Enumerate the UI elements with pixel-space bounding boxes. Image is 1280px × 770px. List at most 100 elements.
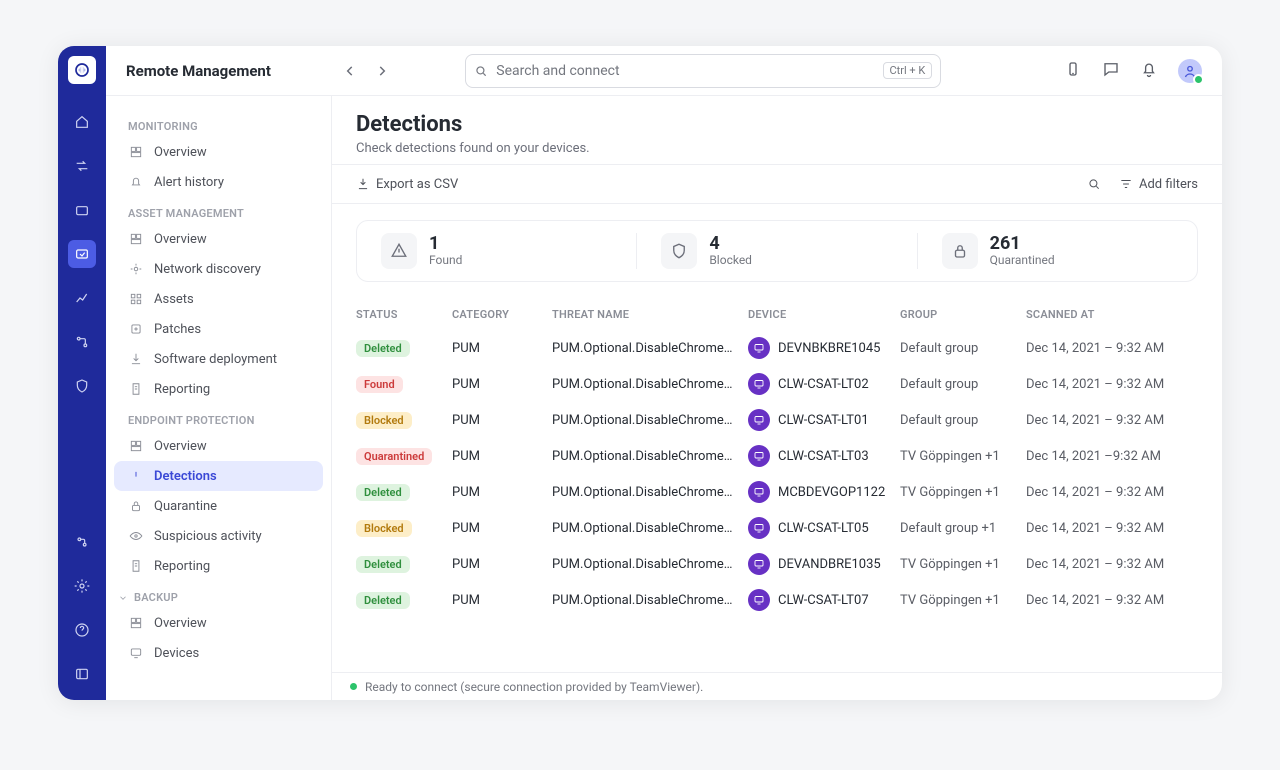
bell-icon[interactable] xyxy=(1140,60,1158,82)
rail-home[interactable] xyxy=(68,108,96,136)
table-row[interactable]: QuarantinedPUMPUM.Optional.DisableChrome… xyxy=(356,438,1198,474)
dashboard-icon xyxy=(128,438,144,454)
cell-device: CLW-CSAT-LT02 xyxy=(748,373,900,395)
status-badge: Blocked xyxy=(356,520,412,537)
search-button[interactable] xyxy=(1087,177,1101,191)
rail-security[interactable] xyxy=(68,372,96,400)
cell-device: CLW-CSAT-LT03 xyxy=(748,445,900,467)
table-row[interactable]: BlockedPUMPUM.Optional.DisableChrome…CLW… xyxy=(356,510,1198,546)
rail-workflows[interactable] xyxy=(68,328,96,356)
sidebar-item-assets[interactable]: Assets xyxy=(114,284,323,314)
device-icon xyxy=(128,645,144,661)
sidebar-item-alert-history[interactable]: Alert history xyxy=(114,167,323,197)
cell-scanned: Dec 14, 2021 – 9:32 AM xyxy=(1026,377,1198,392)
rail-integrations[interactable] xyxy=(68,528,96,556)
sidebar-item-suspicious-activity[interactable]: Suspicious activity xyxy=(114,521,323,551)
search-input[interactable]: Search and connect Ctrl + K xyxy=(465,54,941,88)
dashboard-icon xyxy=(128,144,144,160)
status-badge: Deleted xyxy=(356,340,410,357)
sidebar-item-endpoint-reporting[interactable]: Reporting xyxy=(114,551,323,581)
sidebar-item-monitoring-overview[interactable]: Overview xyxy=(114,137,323,167)
sidebar-item-backup-overview[interactable]: Overview xyxy=(114,608,323,638)
warning-icon xyxy=(381,233,417,269)
cell-scanned: Dec 14, 2021 – 9:32 AM xyxy=(1026,557,1198,572)
table-row[interactable]: Found PUMPUM.Optional.DisableChrome…CLW-C… xyxy=(356,366,1198,402)
cell-threat: PUM.Optional.DisableChrome… xyxy=(552,413,748,428)
sidebar-item-devices[interactable]: Devices xyxy=(114,638,323,668)
cell-scanned: Dec 14, 2021 –9:32 AM xyxy=(1026,449,1198,464)
cell-category: PUM xyxy=(452,485,552,500)
table-row[interactable]: BlockedPUMPUM.Optional.DisableChrome…CLW… xyxy=(356,402,1198,438)
cell-threat: PUM.Optional.DisableChrome… xyxy=(552,377,748,392)
patch-icon xyxy=(128,321,144,337)
add-filters-button[interactable]: Add filters xyxy=(1119,177,1198,192)
rail-collapse[interactable] xyxy=(68,660,96,688)
rail-transfer[interactable] xyxy=(68,152,96,180)
filter-icon xyxy=(1119,177,1133,191)
table-row[interactable]: DeletedPUMPUM.Optional.DisableChrome…MCB… xyxy=(356,474,1198,510)
cell-device: CLW-CSAT-LT05 xyxy=(748,517,900,539)
report-icon xyxy=(128,558,144,574)
cell-group: TV Göppingen +1 xyxy=(900,485,1026,500)
dashboard-icon xyxy=(128,615,144,631)
section-endpoint: ENDPOINT PROTECTION xyxy=(114,404,323,431)
sidebar: MONITORING Overview Alert history ASSET … xyxy=(106,96,332,700)
search-icon xyxy=(474,64,488,78)
sidebar-item-network-discovery[interactable]: Network discovery xyxy=(114,254,323,284)
table-row[interactable]: Deleted PUMPUM.Optional.DisableChrome…CLW… xyxy=(356,582,1198,618)
table-row[interactable]: DeletedPUMPUM.Optional.DisableChrome…DEV… xyxy=(356,546,1198,582)
device-icon[interactable] xyxy=(1064,60,1082,82)
rail-settings[interactable] xyxy=(68,572,96,600)
chat-icon[interactable] xyxy=(1102,60,1120,82)
alert-icon xyxy=(128,174,144,190)
grid-icon xyxy=(128,291,144,307)
table-header: STATUS CATEGORY THREAT NAME DEVICE GROUP… xyxy=(356,298,1198,330)
sidebar-item-asset-overview[interactable]: Overview xyxy=(114,224,323,254)
device-icon xyxy=(748,373,770,395)
cell-category: PUM xyxy=(452,377,552,392)
rail-folder[interactable] xyxy=(68,196,96,224)
status-badge: Blocked xyxy=(356,412,412,429)
nav-rail xyxy=(58,46,106,700)
rail-analytics[interactable] xyxy=(68,284,96,312)
sidebar-item-endpoint-overview[interactable]: Overview xyxy=(114,431,323,461)
app-logo[interactable] xyxy=(68,56,96,84)
table-row[interactable]: DeletedPUMPUM.Optional.DisableChrome…DEV… xyxy=(356,330,1198,366)
status-badge: Deleted xyxy=(356,592,410,609)
sidebar-item-asset-reporting[interactable]: Reporting xyxy=(114,374,323,404)
app-title: Remote Management xyxy=(126,62,271,80)
sidebar-item-patches[interactable]: Patches xyxy=(114,314,323,344)
section-backup[interactable]: BACKUP xyxy=(114,581,323,608)
stat-quarantined: 261Quarantined xyxy=(917,233,1197,269)
cell-category: PUM xyxy=(452,593,552,608)
status-badge: Found xyxy=(356,376,403,393)
cell-category: PUM xyxy=(452,449,552,464)
cell-device: CLW-CSAT-LT07 xyxy=(748,589,900,611)
cell-group: Default group +1 xyxy=(900,521,1026,536)
sidebar-item-detections[interactable]: Detections xyxy=(114,461,323,491)
export-csv-button[interactable]: Export as CSV xyxy=(356,177,458,192)
stats-bar: 1Found 4Blocked 261Quarantined xyxy=(356,220,1198,282)
nav-back[interactable] xyxy=(337,58,363,84)
cell-device: DEVANDBRE1035 xyxy=(748,553,900,575)
rail-help[interactable] xyxy=(68,616,96,644)
status-badge: Deleted xyxy=(356,556,410,573)
sidebar-item-quarantine[interactable]: Quarantine xyxy=(114,491,323,521)
rail-management[interactable] xyxy=(68,240,96,268)
avatar[interactable] xyxy=(1178,59,1202,83)
stat-found: 1Found xyxy=(357,233,636,269)
device-icon xyxy=(748,553,770,575)
device-icon xyxy=(748,589,770,611)
cell-threat: PUM.Optional.DisableChrome… xyxy=(552,593,748,608)
cell-scanned: Dec 14, 2021 – 9:32 AM xyxy=(1026,521,1198,536)
device-icon xyxy=(748,409,770,431)
lock-icon xyxy=(942,233,978,269)
nav-forward[interactable] xyxy=(369,58,395,84)
cell-group: TV Göppingen +1 xyxy=(900,557,1026,572)
sidebar-item-software-deployment[interactable]: Software deployment xyxy=(114,344,323,374)
cell-group: TV Göppingen +1 xyxy=(900,593,1026,608)
search-placeholder: Search and connect xyxy=(496,63,619,79)
device-icon xyxy=(748,337,770,359)
network-icon xyxy=(128,261,144,277)
cell-group: Default group xyxy=(900,377,1026,392)
